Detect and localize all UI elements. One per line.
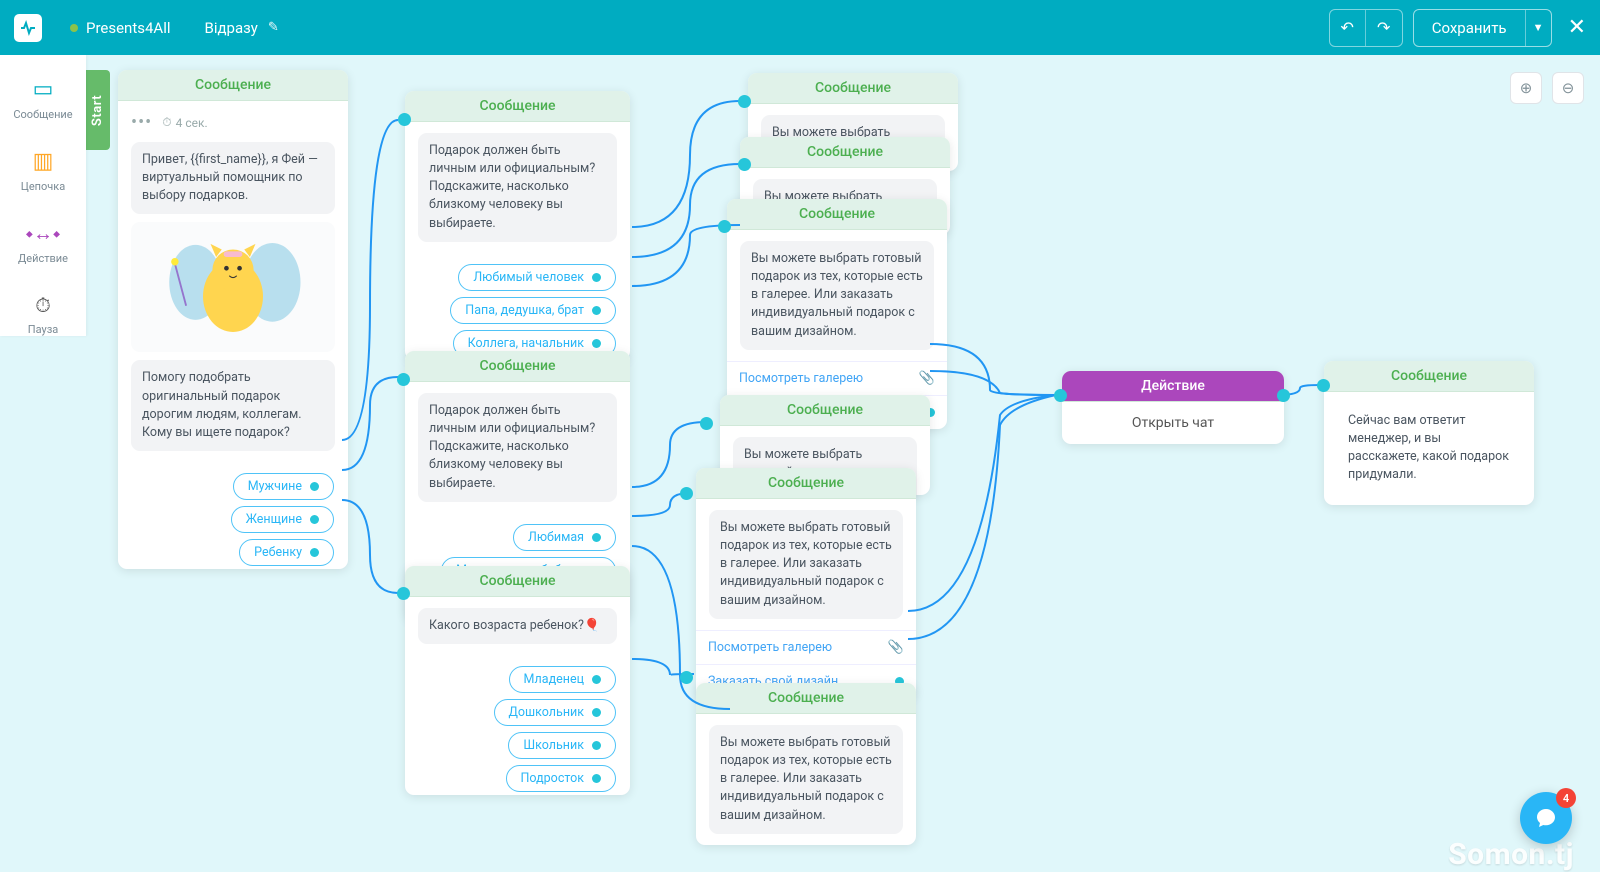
flow-canvas[interactable]: Сообщение ••• ⏱ 4 сек. Привет, {{first_na… <box>0 55 1600 872</box>
save-dropdown[interactable]: ▼ <box>1525 10 1551 46</box>
node-port[interactable] <box>398 113 411 126</box>
zoom-in-button[interactable]: ⊕ <box>1510 72 1542 104</box>
node-header: Сообщение <box>118 70 348 101</box>
node-header: Сообщение <box>740 137 950 168</box>
attachment-icon: 📎 <box>919 371 935 386</box>
save-button-group: Сохранить ▼ <box>1413 9 1552 47</box>
node-header: Сообщение <box>696 468 916 499</box>
project-name[interactable]: Presents4All <box>70 19 171 37</box>
node-header: Сообщение <box>720 395 930 426</box>
node-message-male[interactable]: Сообщение Подарок должен быть личным или… <box>405 91 630 360</box>
tool-message[interactable]: ▭Сообщение <box>0 77 86 121</box>
zoom-controls: ⊕ ⊖ <box>1510 72 1584 104</box>
message-bubble: Помогу подобрать оригинальный подарок до… <box>131 360 335 451</box>
option-button[interactable]: Подросток <box>506 765 616 792</box>
tool-chain[interactable]: ▥Цепочка <box>0 149 86 193</box>
node-port[interactable] <box>738 158 751 171</box>
attachment-icon: 📎 <box>888 640 904 655</box>
option-button[interactable]: Любимая <box>513 524 616 551</box>
node-message-gallery[interactable]: Сообщение Вы можете выбрать готовый пода… <box>696 468 916 698</box>
option-button[interactable]: Женщине <box>231 506 334 533</box>
node-header: Сообщение <box>1324 361 1534 392</box>
close-button[interactable]: ✕ <box>1568 15 1586 40</box>
node-port[interactable] <box>1317 379 1330 392</box>
node-header: Сообщение <box>405 566 630 597</box>
message-bubble: Привет, {{first_name}}, я Фей — виртуаль… <box>131 142 335 214</box>
node-header: Сообщение <box>748 73 958 104</box>
node-port[interactable] <box>700 417 713 430</box>
message-bubble: Вы можете выбрать готовый подарок из тех… <box>709 725 903 834</box>
link-button[interactable]: Посмотреть галерею📎 <box>727 361 947 395</box>
undo-redo-group: ↶ ↷ <box>1329 9 1403 47</box>
message-bubble: Подарок должен быть личным или официальн… <box>418 133 617 242</box>
node-port[interactable] <box>1054 389 1067 402</box>
start-tab[interactable]: Start <box>86 70 110 150</box>
node-port[interactable] <box>680 487 693 500</box>
node-header: Сообщение <box>727 199 947 230</box>
notification-badge: 4 <box>1556 788 1576 808</box>
option-button[interactable]: Школьник <box>508 732 616 759</box>
message-bubble: Какого возраста ребенок?🎈 <box>418 608 617 644</box>
tool-sidebar: ▭Сообщение ▥Цепочка ⬩↔⬩Действие ⏱Пауза <box>0 55 86 336</box>
zoom-out-button[interactable]: ⊖ <box>1552 72 1584 104</box>
node-start-message[interactable]: Сообщение ••• ⏱ 4 сек. Привет, {{first_na… <box>118 70 348 569</box>
node-header: Действие <box>1062 371 1284 402</box>
option-button[interactable]: Ребенку <box>239 539 334 566</box>
node-port[interactable] <box>1277 389 1290 402</box>
link-button[interactable]: Посмотреть галерею📎 <box>696 630 916 664</box>
node-port[interactable] <box>397 373 410 386</box>
flow-name[interactable]: Відразу✎ <box>205 19 279 37</box>
node-action[interactable]: Действие Открыть чат <box>1062 371 1284 444</box>
option-button[interactable]: Младенец <box>509 666 616 693</box>
option-button[interactable]: Любимый человек <box>458 264 616 291</box>
node-header: Сообщение <box>696 683 916 714</box>
save-button[interactable]: Сохранить <box>1414 10 1525 46</box>
message-icon: ▭ <box>33 77 54 102</box>
action-label: Открыть чат <box>1062 402 1284 444</box>
message-bubble: Подарок должен быть личным или официальн… <box>418 393 617 502</box>
chain-icon: ▥ <box>33 149 54 174</box>
app-logo[interactable] <box>14 14 42 42</box>
top-bar: Presents4All Відразу✎ ↶ ↷ Сохранить ▼ ✕ <box>0 0 1600 55</box>
message-bubble: Вы можете выбрать готовый подарок из тех… <box>740 241 934 350</box>
message-image <box>131 222 335 352</box>
tool-action[interactable]: ⬩↔⬩Действие <box>0 221 86 265</box>
node-message-child[interactable]: Сообщение Какого возраста ребенок?🎈 Млад… <box>405 566 630 795</box>
option-button[interactable]: Дошкольник <box>494 699 617 726</box>
redo-button[interactable]: ↷ <box>1366 10 1402 46</box>
message-bubble: Вы можете выбрать готовый подарок из тех… <box>709 510 903 619</box>
node-message-final[interactable]: Сообщение Сейчас вам ответит менеджер, и… <box>1324 361 1534 505</box>
node-port[interactable] <box>680 671 693 684</box>
node-header: Сообщение <box>405 351 630 382</box>
option-button[interactable]: Мужчине <box>233 473 334 500</box>
ellipsis-icon[interactable]: ••• <box>131 112 152 133</box>
edit-icon[interactable]: ✎ <box>268 20 279 35</box>
node-port[interactable] <box>718 220 731 233</box>
message-bubble: Сейчас вам ответит менеджер, и вы расска… <box>1337 403 1521 494</box>
undo-button[interactable]: ↶ <box>1330 10 1366 46</box>
node-message-gallery[interactable]: Сообщение Вы можете выбрать готовый пода… <box>696 683 916 845</box>
status-dot <box>70 24 78 32</box>
pause-icon: ⏱ <box>35 293 51 317</box>
node-port[interactable] <box>738 95 751 108</box>
tool-pause[interactable]: ⏱Пауза <box>0 293 86 336</box>
chat-widget-button[interactable]: 4 <box>1520 792 1572 844</box>
action-icon: ⬩↔⬩ <box>26 221 60 246</box>
node-header: Сообщение <box>405 91 630 122</box>
node-port[interactable] <box>397 587 410 600</box>
delay-indicator: ⏱ 4 сек. <box>162 115 207 130</box>
option-button[interactable]: Папа, дедушка, брат <box>450 297 616 324</box>
